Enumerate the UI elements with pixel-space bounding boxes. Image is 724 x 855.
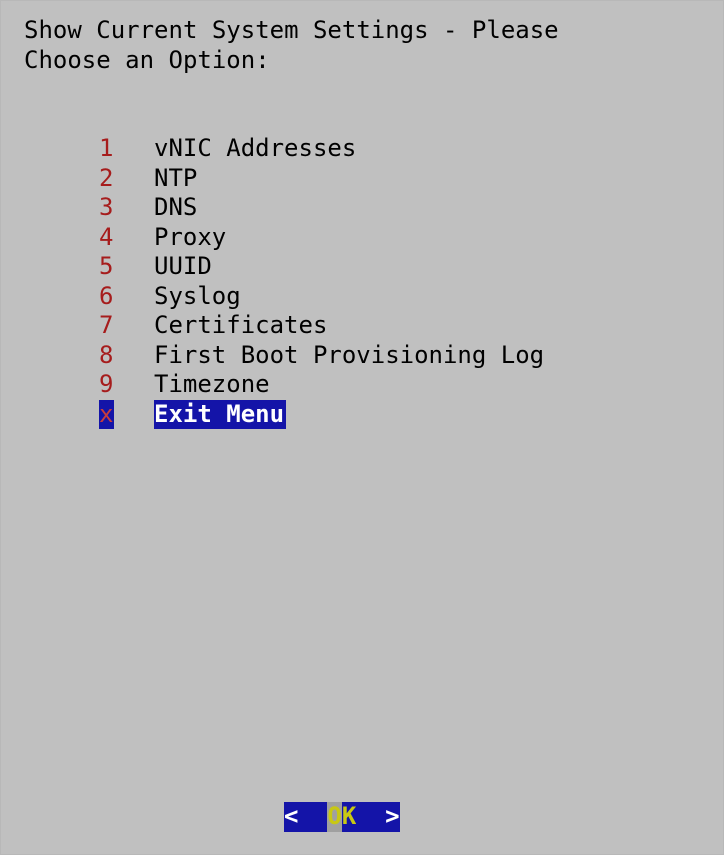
menu-item-key: 4 xyxy=(99,222,114,251)
ok-button-label: K xyxy=(341,802,357,832)
menu-item-label: UUID xyxy=(154,252,212,280)
menu-item-proxy[interactable]: 4 Proxy xyxy=(99,223,544,253)
menu-item-key: 5 xyxy=(99,252,114,280)
menu-item-uuid[interactable]: 5 UUID xyxy=(99,252,544,282)
menu-item-first-boot-provisioning-log[interactable]: 8 First Boot Provisioning Log xyxy=(99,341,544,371)
menu-item-label: Syslog xyxy=(154,281,241,310)
menu-item-label: Exit Menu xyxy=(154,399,287,429)
menu-item-timezone[interactable]: 9 Timezone xyxy=(99,370,544,400)
menu-item-label: First Boot Provisioning Log xyxy=(154,340,545,369)
options-menu: 1 vNIC Addresses 2 NTP 3 DNS 4 Proxy 5 UUID 6… xyxy=(99,134,544,429)
menu-item-key: 7 xyxy=(99,311,114,339)
settings-dialog: Show Current System Settings - Please Ch… xyxy=(24,16,714,75)
menu-item-syslog[interactable]: 6 Syslog xyxy=(99,282,544,312)
ok-button-hotkey: O xyxy=(327,802,342,832)
dialog-title-line-1: Show Current System Settings - Please xyxy=(24,16,559,44)
menu-item-label: Timezone xyxy=(154,370,270,398)
menu-item-key: 6 xyxy=(99,281,114,310)
menu-item-key: 3 xyxy=(99,193,114,221)
terminal-window: Show Current System Settings - Please Ch… xyxy=(0,0,724,855)
menu-item-label: NTP xyxy=(154,163,198,192)
menu-item-certificates[interactable]: 7 Certificates xyxy=(99,311,544,341)
menu-item-key: 9 xyxy=(99,370,114,398)
menu-item-key: 2 xyxy=(99,163,114,192)
ok-button-right-bracket: > xyxy=(356,802,400,832)
menu-item-vnic-addresses[interactable]: 1 vNIC Addresses xyxy=(99,134,544,164)
menu-item-dns[interactable]: 3 DNS xyxy=(99,193,544,223)
menu-item-key: 1 xyxy=(99,134,114,162)
menu-item-label: Proxy xyxy=(154,222,227,251)
menu-item-key: 8 xyxy=(99,340,114,369)
menu-item-label: DNS xyxy=(154,193,198,221)
ok-button-left-bracket: < xyxy=(284,802,328,832)
ok-button[interactable]: < OK > xyxy=(284,802,400,832)
menu-item-ntp[interactable]: 2 NTP xyxy=(99,164,544,194)
menu-item-exit-menu[interactable]: x Exit Menu xyxy=(99,399,544,429)
dialog-title-line-2: Choose an Option: xyxy=(24,45,270,74)
menu-item-label: Certificates xyxy=(154,311,328,339)
menu-item-key: x xyxy=(99,399,114,429)
menu-item-label: vNIC Addresses xyxy=(154,134,357,162)
